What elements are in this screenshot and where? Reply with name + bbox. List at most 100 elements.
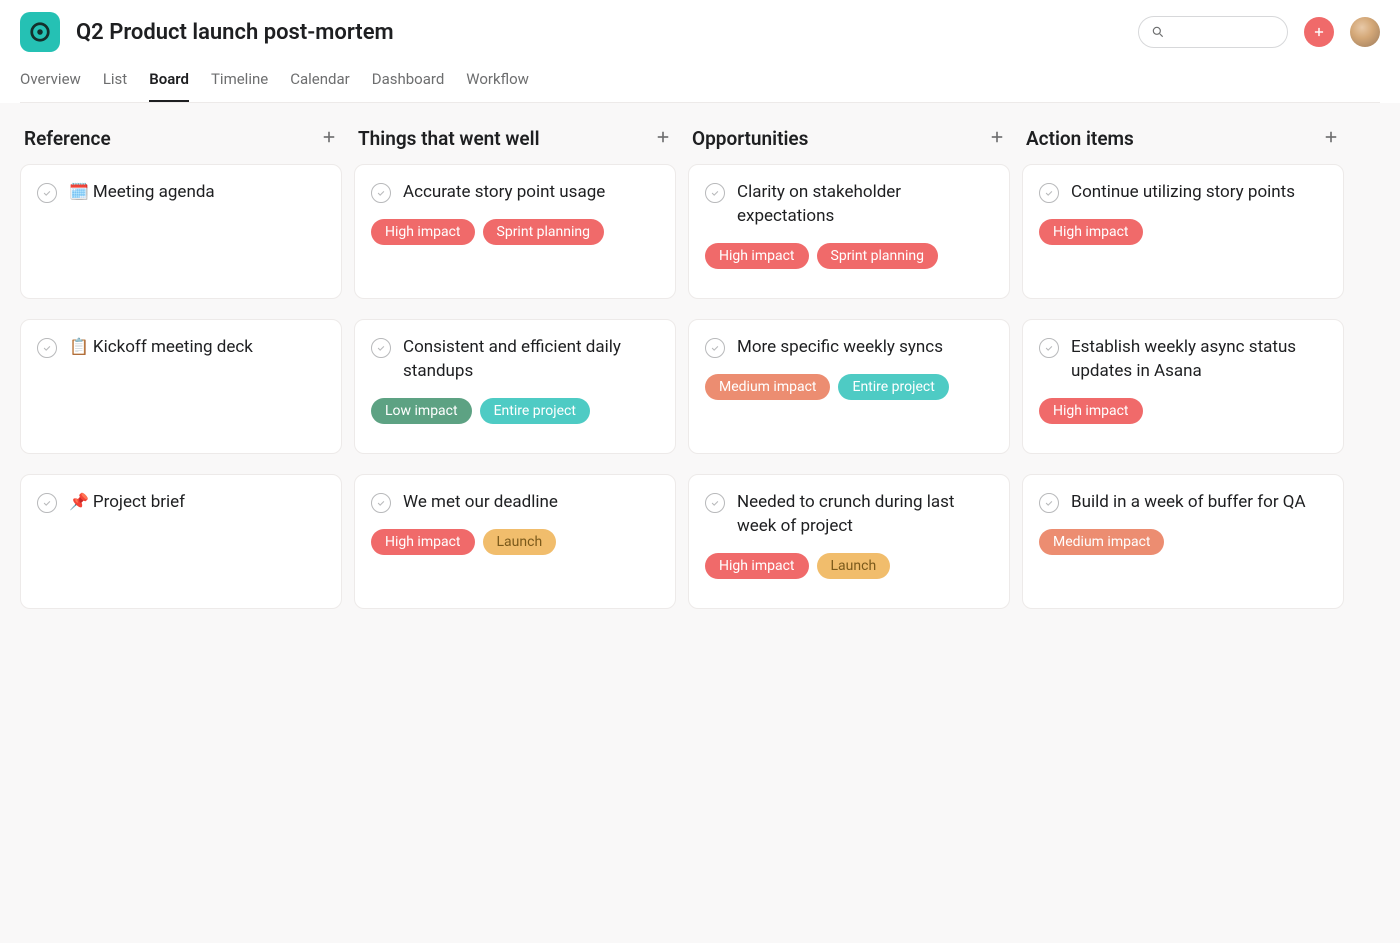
card-tags: High impact Launch bbox=[705, 553, 993, 579]
complete-checkbox[interactable] bbox=[371, 183, 391, 203]
plus-icon bbox=[988, 128, 1006, 146]
card-emoji: 📋 bbox=[69, 337, 89, 356]
search-icon bbox=[1151, 25, 1165, 39]
project-title: Q2 Product launch post-mortem bbox=[76, 20, 394, 45]
board: Reference🗓️Meeting agenda📋Kickoff meetin… bbox=[0, 103, 1400, 943]
card-title: Build in a week of buffer for QA bbox=[1071, 491, 1306, 515]
tag[interactable]: Launch bbox=[817, 553, 891, 579]
project-header: Q2 Product launch post-mortem Overview Li… bbox=[0, 0, 1400, 103]
tabs: Overview List Board Timeline Calendar Dashboa… bbox=[20, 70, 1380, 103]
complete-checkbox[interactable] bbox=[371, 338, 391, 358]
cards: 🗓️Meeting agenda 📋Kickoff meeting deck 📌Pr… bbox=[20, 164, 342, 609]
card[interactable]: Build in a week of buffer for QA Medium i… bbox=[1022, 474, 1344, 609]
tab-dashboard[interactable]: Dashboard bbox=[372, 70, 445, 102]
check-icon bbox=[1044, 343, 1054, 353]
project-icon bbox=[20, 12, 60, 52]
add-card-button[interactable] bbox=[988, 128, 1006, 150]
complete-checkbox[interactable] bbox=[705, 338, 725, 358]
tag[interactable]: Entire project bbox=[480, 398, 590, 424]
cards: Continue utilizing story points High impa… bbox=[1022, 164, 1344, 609]
add-card-button[interactable] bbox=[1322, 128, 1340, 150]
column-header: Action items bbox=[1022, 123, 1344, 164]
check-icon bbox=[710, 343, 720, 353]
complete-checkbox[interactable] bbox=[37, 338, 57, 358]
card-tags: High impact Sprint planning bbox=[371, 219, 659, 245]
column-title: Action items bbox=[1026, 127, 1134, 150]
tag[interactable]: High impact bbox=[705, 243, 809, 269]
card[interactable]: 📋Kickoff meeting deck bbox=[20, 319, 342, 454]
tag[interactable]: High impact bbox=[371, 529, 475, 555]
check-icon bbox=[710, 188, 720, 198]
card[interactable]: Clarity on stakeholder expectations High … bbox=[688, 164, 1010, 299]
tag[interactable]: Sprint planning bbox=[817, 243, 938, 269]
check-icon bbox=[1044, 188, 1054, 198]
user-avatar[interactable] bbox=[1350, 17, 1380, 47]
complete-checkbox[interactable] bbox=[705, 493, 725, 513]
complete-checkbox[interactable] bbox=[371, 493, 391, 513]
tag[interactable]: High impact bbox=[705, 553, 809, 579]
check-icon bbox=[42, 343, 52, 353]
tab-board[interactable]: Board bbox=[149, 70, 189, 102]
complete-checkbox[interactable] bbox=[705, 183, 725, 203]
check-icon bbox=[376, 343, 386, 353]
plus-icon bbox=[320, 128, 338, 146]
check-icon bbox=[376, 188, 386, 198]
tab-list[interactable]: List bbox=[103, 70, 127, 102]
tag[interactable]: High impact bbox=[371, 219, 475, 245]
card-title: More specific weekly syncs bbox=[737, 336, 943, 360]
card-tags: Medium impact bbox=[1039, 529, 1327, 555]
tab-timeline[interactable]: Timeline bbox=[211, 70, 268, 102]
tag[interactable]: Low impact bbox=[371, 398, 472, 424]
add-button[interactable] bbox=[1304, 17, 1334, 47]
card-tags: High impact Sprint planning bbox=[705, 243, 993, 269]
tab-overview[interactable]: Overview bbox=[20, 70, 81, 102]
tag[interactable]: High impact bbox=[1039, 219, 1143, 245]
column-title: Opportunities bbox=[692, 127, 808, 150]
complete-checkbox[interactable] bbox=[37, 493, 57, 513]
column: Opportunities Clarity on stakeholder expe… bbox=[688, 123, 1010, 923]
cards: Accurate story point usage High impact Spr… bbox=[354, 164, 676, 609]
card[interactable]: 📌Project brief bbox=[20, 474, 342, 609]
card-title: 📌Project brief bbox=[69, 491, 185, 515]
tab-workflow[interactable]: Workflow bbox=[466, 70, 529, 102]
card[interactable]: More specific weekly syncs Medium impact E… bbox=[688, 319, 1010, 454]
tag[interactable]: High impact bbox=[1039, 398, 1143, 424]
card-title: Accurate story point usage bbox=[403, 181, 605, 205]
card[interactable]: 🗓️Meeting agenda bbox=[20, 164, 342, 299]
card-tags: Medium impact Entire project bbox=[705, 374, 993, 400]
add-card-button[interactable] bbox=[320, 128, 338, 150]
check-icon bbox=[42, 188, 52, 198]
column: Action items Continue utilizing story poi… bbox=[1022, 123, 1344, 923]
card[interactable]: Accurate story point usage High impact Spr… bbox=[354, 164, 676, 299]
card[interactable]: Consistent and efficient daily standupsL… bbox=[354, 319, 676, 454]
card-title: Continue utilizing story points bbox=[1071, 181, 1295, 205]
complete-checkbox[interactable] bbox=[1039, 183, 1059, 203]
card-title: Needed to crunch during last week of pro… bbox=[737, 491, 993, 539]
check-icon bbox=[376, 498, 386, 508]
card-title: Establish weekly async status updates in… bbox=[1071, 336, 1327, 384]
card[interactable]: Needed to crunch during last week of pro… bbox=[688, 474, 1010, 609]
complete-checkbox[interactable] bbox=[1039, 338, 1059, 358]
tag[interactable]: Sprint planning bbox=[483, 219, 604, 245]
card[interactable]: We met our deadline High impact Launch bbox=[354, 474, 676, 609]
cards: Clarity on stakeholder expectations High … bbox=[688, 164, 1010, 609]
complete-checkbox[interactable] bbox=[1039, 493, 1059, 513]
complete-checkbox[interactable] bbox=[37, 183, 57, 203]
card-emoji: 📌 bbox=[69, 492, 89, 511]
column: Reference🗓️Meeting agenda📋Kickoff meetin… bbox=[20, 123, 342, 923]
add-card-button[interactable] bbox=[654, 128, 672, 150]
search-input[interactable] bbox=[1138, 16, 1288, 48]
card[interactable]: Establish weekly async status updates in… bbox=[1022, 319, 1344, 454]
card-tags: Low impact Entire project bbox=[371, 398, 659, 424]
tab-calendar[interactable]: Calendar bbox=[290, 70, 350, 102]
check-icon bbox=[710, 498, 720, 508]
card[interactable]: Continue utilizing story points High impa… bbox=[1022, 164, 1344, 299]
tag[interactable]: Medium impact bbox=[705, 374, 830, 400]
tag[interactable]: Entire project bbox=[838, 374, 948, 400]
plus-icon bbox=[1312, 25, 1326, 39]
card-title: Clarity on stakeholder expectations bbox=[737, 181, 993, 229]
card-tags: High impact bbox=[1039, 219, 1327, 245]
tag[interactable]: Medium impact bbox=[1039, 529, 1164, 555]
tag[interactable]: Launch bbox=[483, 529, 557, 555]
card-title: We met our deadline bbox=[403, 491, 558, 515]
